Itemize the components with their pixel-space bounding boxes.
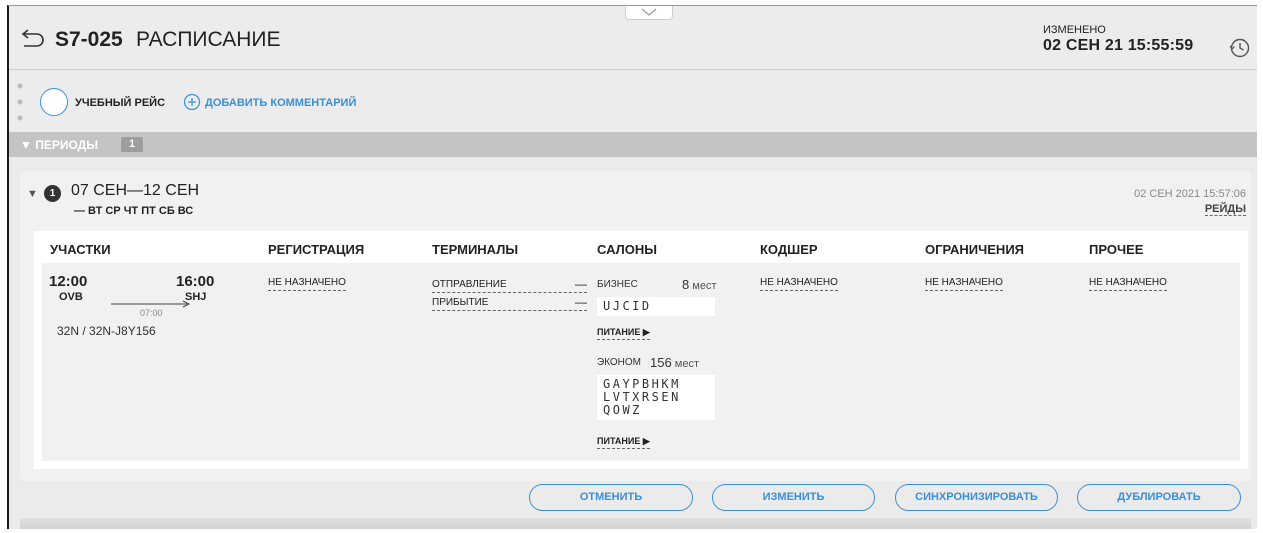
cabin-economy-codes: GAYPBHKM LVTXRSEN QOWZ	[597, 375, 715, 420]
col-header-restrictions: ОГРАНИЧЕНИЯ	[925, 242, 1025, 257]
training-flight-toggle[interactable]	[40, 88, 68, 116]
other-value[interactable]: НЕ НАЗНАЧЕНО	[1089, 277, 1167, 291]
aircraft-config: 32N / 32N-J8Y156	[57, 324, 156, 338]
periods-count-badge: 1	[121, 137, 143, 152]
page-title: РАСПИСАНИЕ	[136, 28, 281, 51]
cabin-business-codes-line: UJCID	[603, 299, 652, 313]
cabin-economy-seats: 156 мест	[650, 355, 699, 370]
period-dates: 07 СЕН—12 СЕН	[71, 182, 200, 199]
add-comment-link[interactable]: ДОБАВИТЬ КОММЕНТАРИЙ	[205, 97, 356, 109]
terminal-departure-label: ОТПРАВЛЕНИЕ	[432, 279, 507, 290]
cabin-business-seats: 8 мест	[682, 277, 717, 292]
cabin-economy-seat-unit: мест	[674, 358, 699, 370]
collapse-handle[interactable]	[625, 6, 673, 20]
terminal-arrival-value: —	[575, 295, 587, 309]
chevron-down-icon	[641, 8, 657, 16]
departure-airport: OVB	[59, 291, 83, 303]
col-header-terminals: ТЕРМИНАЛЫ	[432, 242, 519, 257]
changed-label: ИЗМЕНЕНО	[1043, 24, 1106, 36]
action-bar: УЧЕБНЫЙ РЕЙС ДОБАВИТЬ КОММЕНТАРИЙ	[9, 71, 1257, 132]
next-section-edge	[20, 518, 1251, 529]
cancel-button[interactable]: ОТМЕНИТЬ	[529, 484, 693, 511]
terminal-arrival[interactable]: ПРИБЫТИЕ —	[432, 295, 587, 311]
drag-handle-icon[interactable]	[17, 82, 23, 122]
col-header-other: ПРОЧЕЕ	[1089, 242, 1144, 257]
flight-duration: 07:00	[140, 308, 163, 318]
cabin-business-name: БИЗНЕС	[597, 279, 638, 290]
restrictions-value[interactable]: НЕ НАЗНАЧЕНО	[925, 277, 1003, 291]
flight-code: S7-025	[55, 28, 123, 51]
sync-button[interactable]: СИНХРОНИЗИРОВАТЬ	[895, 484, 1058, 511]
edit-button[interactable]: ИЗМЕНИТЬ	[712, 484, 875, 511]
arrival-time: 16:00	[176, 273, 215, 290]
departure-time: 12:00	[49, 273, 88, 290]
col-header-registration: РЕГИСТРАЦИЯ	[268, 242, 365, 257]
back-arrow-icon[interactable]	[20, 27, 46, 47]
table-header: УЧАСТКИ РЕГИСТРАЦИЯ ТЕРМИНАЛЫ САЛОНЫ КОД…	[34, 231, 1248, 263]
period-updated-date: 02 СЕН 2021 15:57:06	[1134, 188, 1246, 200]
cabin-business-codes: UJCID	[597, 297, 715, 316]
cabin-business-seat-count: 8	[682, 277, 690, 292]
periods-label: ▼ ПЕРИОДЫ	[20, 138, 98, 152]
period-number-badge: 1	[44, 185, 61, 202]
cabin-economy-name: ЭКОНОМ	[597, 357, 642, 368]
period-card: ▼ 1 07 СЕН—12 СЕН — ВТ СР ЧТ ПТ СБ ВС 02…	[20, 171, 1251, 481]
schedule-window: S7-025 РАСПИСАНИЕ ИЗМЕНЕНО 02 СЕН 21 15:…	[7, 5, 1257, 529]
col-header-cabins: САЛОНЫ	[597, 242, 657, 257]
header-bar: S7-025 РАСПИСАНИЕ ИЗМЕНЕНО 02 СЕН 21 15:…	[9, 6, 1257, 70]
cabin-business-meal-link[interactable]: ПИТАНИЕ ▶	[597, 327, 650, 340]
cabin-economy-codes-line-3: QOWZ	[603, 403, 642, 417]
period-collapse-caret[interactable]: ▼	[27, 188, 38, 200]
duplicate-button[interactable]: ДУБЛИРОВАТЬ	[1077, 484, 1241, 511]
changed-date: 02 СЕН 21 15:55:59	[1043, 37, 1194, 54]
terminal-departure-value: —	[575, 277, 587, 291]
add-comment-icon[interactable]	[183, 93, 201, 111]
periods-label-text: ПЕРИОДЫ	[35, 138, 98, 152]
col-header-legs: УЧАСТКИ	[50, 242, 111, 257]
period-flights-link[interactable]: РЕЙДЫ	[1204, 203, 1246, 216]
col-header-codeshare: КОДШЕР	[760, 242, 818, 257]
period-weekdays: — ВТ СР ЧТ ПТ СБ ВС	[74, 205, 194, 217]
cabin-business-seat-unit: мест	[692, 280, 717, 292]
training-flight-label[interactable]: УЧЕБНЫЙ РЕЙС	[75, 97, 165, 109]
table-row: 12:00 OVB 16:00 SHJ 07:00 32N / 32N-J8Y1…	[34, 263, 1248, 469]
cabin-economy-seat-count: 156	[650, 355, 672, 370]
terminal-departure[interactable]: ОТПРАВЛЕНИЕ —	[432, 277, 587, 293]
route-arrow-icon	[111, 300, 191, 308]
history-icon[interactable]	[1229, 37, 1251, 59]
cabin-economy-meal-link[interactable]: ПИТАНИЕ ▶	[597, 436, 650, 449]
terminal-arrival-label: ПРИБЫТИЕ	[432, 297, 489, 308]
registration-value[interactable]: НЕ НАЗНАЧЕНО	[268, 277, 346, 291]
codeshare-value[interactable]: НЕ НАЗНАЧЕНО	[760, 277, 838, 291]
periods-section-header[interactable]: ▼ ПЕРИОДЫ 1	[9, 132, 1257, 157]
